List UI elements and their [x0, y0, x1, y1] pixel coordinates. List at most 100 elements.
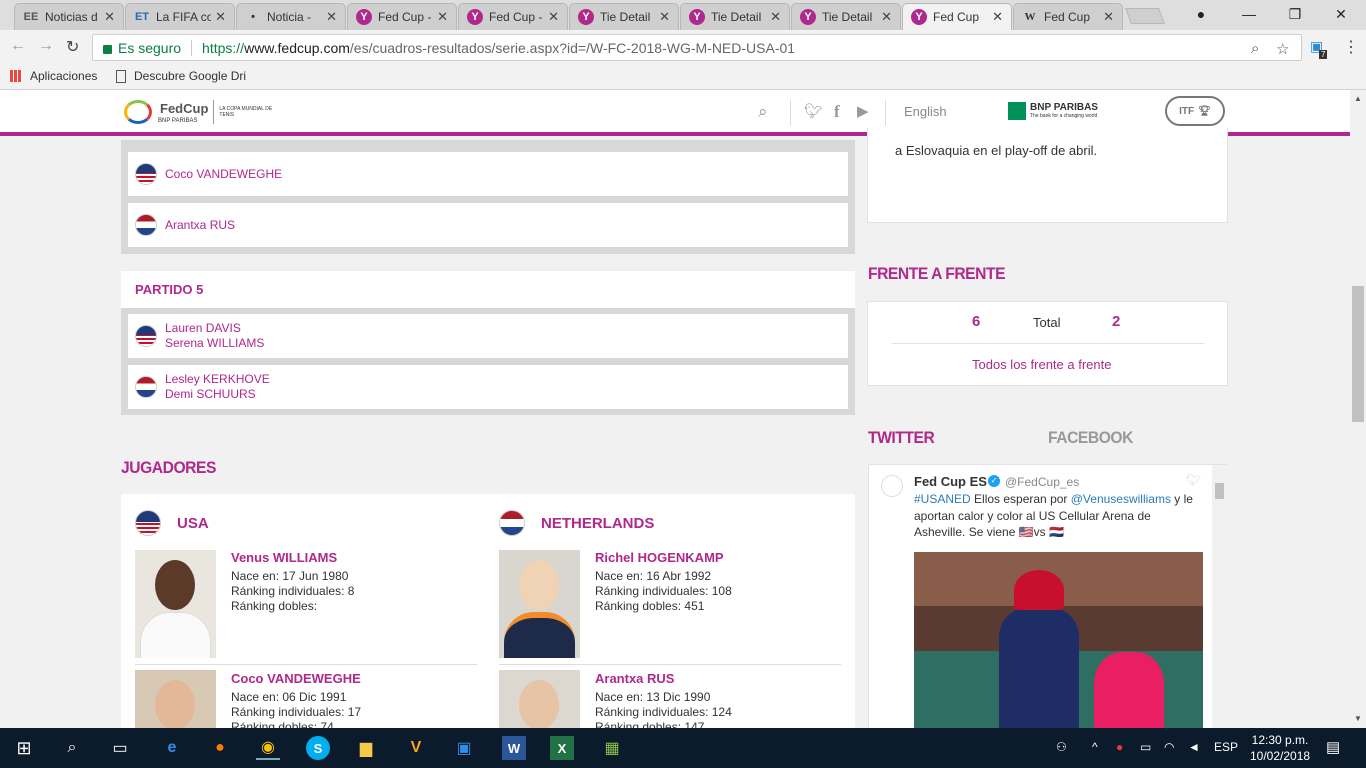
tweet-author-name[interactable]: Fed Cup ES: [914, 474, 987, 489]
page-scrollbar[interactable]: ▲ ▼: [1350, 90, 1366, 728]
tab-facebook[interactable]: FACEBOOK: [1048, 428, 1133, 448]
player-photo[interactable]: [499, 550, 580, 658]
player-photo[interactable]: [135, 670, 216, 728]
battery-icon[interactable]: ▭: [1140, 740, 1151, 754]
browser-tab-6[interactable]: Y Tie Detail ✕: [569, 3, 679, 30]
player-name-link[interactable]: Arantxa RUS: [595, 671, 732, 686]
browser-tab-1[interactable]: EE Noticias d ✕: [14, 3, 124, 30]
browser-tab-7[interactable]: Y Tie Detail ✕: [680, 3, 790, 30]
profile-icon[interactable]: ●: [1178, 0, 1224, 28]
bookmark-google-drive[interactable]: Descubre Google Dri: [116, 69, 246, 83]
browser-tab-10[interactable]: W Fed Cup ✕: [1013, 3, 1123, 30]
browser-tab-2[interactable]: ET La FIFA co ✕: [125, 3, 235, 30]
player-link[interactable]: Arantxa RUS: [165, 218, 235, 233]
back-icon[interactable]: ←: [10, 37, 26, 55]
restore-icon[interactable]: ❐: [1272, 0, 1318, 28]
edge-icon[interactable]: e: [160, 736, 184, 760]
tweet-photo[interactable]: [914, 552, 1203, 728]
tab-close-icon[interactable]: ✕: [992, 9, 1003, 25]
browser-tab-4[interactable]: Y Fed Cup - ✕: [347, 3, 457, 30]
minimize-icon[interactable]: —: [1226, 0, 1272, 28]
tab-close-icon[interactable]: ✕: [437, 9, 448, 25]
player-link[interactable]: Demi SCHUURS: [165, 387, 270, 402]
player-name-link[interactable]: Coco VANDEWEGHE: [231, 671, 361, 686]
search-icon[interactable]: ⌕: [60, 736, 84, 760]
search-icon[interactable]: ⌕: [758, 102, 768, 122]
twitter-icon[interactable]: 🐦︎: [804, 102, 823, 120]
tweet-mention[interactable]: @Venuseswilliams: [1071, 492, 1171, 506]
language-switch[interactable]: English: [904, 104, 947, 119]
player-link[interactable]: Serena WILLIAMS: [165, 336, 264, 351]
bookmark-star-icon[interactable]: ☆: [1276, 40, 1289, 58]
system-clock[interactable]: 12:30 p.m. 10/02/2018: [1250, 732, 1310, 764]
tab-close-icon[interactable]: ✕: [215, 9, 226, 25]
browser-tab-3[interactable]: • Noticia - ✕: [236, 3, 346, 30]
h2h-all-link[interactable]: Todos los frente a frente: [972, 357, 1111, 372]
tray-expand-icon[interactable]: ^: [1092, 740, 1098, 754]
app-v-icon[interactable]: V: [404, 736, 428, 760]
player-link[interactable]: Coco VANDEWEGHE: [165, 167, 282, 182]
browser-tab-5[interactable]: Y Fed Cup - ✕: [458, 3, 568, 30]
player-name-link[interactable]: Venus WILLIAMS: [231, 550, 354, 565]
scrollbar-thumb[interactable]: [1352, 286, 1364, 422]
address-bar[interactable]: Es seguro https://www.fedcup.com/es/cuad…: [92, 34, 1302, 61]
fedcup-logo[interactable]: FedCup BNP PARIBAS LA COPA MUNDIAL DE TE…: [122, 96, 274, 128]
notifications-icon[interactable]: ▤: [1326, 738, 1340, 756]
chrome-icon[interactable]: ◉: [256, 736, 280, 760]
file-explorer-icon[interactable]: ▆: [354, 736, 378, 760]
twitter-bird-icon[interactable]: 🐦︎: [1186, 473, 1201, 487]
task-view-icon[interactable]: ▭: [108, 736, 132, 760]
input-language[interactable]: ESP: [1214, 740, 1238, 754]
player-name-link[interactable]: Richel HOGENKAMP: [595, 550, 732, 565]
fedcup-avatar[interactable]: [881, 475, 903, 497]
timeline-scrollbar[interactable]: [1212, 465, 1227, 728]
reload-icon[interactable]: ↻: [66, 37, 79, 57]
youtube-icon[interactable]: ▶: [857, 102, 869, 120]
media-app-icon[interactable]: ▦: [600, 736, 624, 760]
antivirus-icon[interactable]: ●: [1116, 740, 1123, 754]
player-photo[interactable]: [499, 670, 580, 728]
match-player-row[interactable]: Coco VANDEWEGHE: [128, 152, 848, 196]
secure-indicator[interactable]: Es seguro: [103, 40, 181, 56]
player-divider: [135, 664, 477, 665]
tab-close-icon[interactable]: ✕: [770, 9, 781, 25]
firefox-icon[interactable]: ●: [208, 736, 232, 760]
skype-icon[interactable]: S: [306, 736, 330, 760]
match-player-row[interactable]: Arantxa RUS: [128, 203, 848, 247]
browser-tab-8[interactable]: Y Tie Detail ✕: [791, 3, 901, 30]
tab-close-icon[interactable]: ✕: [1103, 9, 1114, 25]
browser-tab-9-active[interactable]: Y Fed Cup ✕: [902, 3, 1012, 30]
tab-close-icon[interactable]: ✕: [881, 9, 892, 25]
url-text[interactable]: https://www.fedcup.com/es/cuadros-result…: [202, 40, 795, 56]
forward-icon[interactable]: →: [38, 37, 54, 55]
tab-close-icon[interactable]: ✕: [548, 9, 559, 25]
tab-close-icon[interactable]: ✕: [659, 9, 670, 25]
match-player-row[interactable]: Lesley KERKHOVE Demi SCHUURS: [128, 365, 848, 409]
people-icon[interactable]: ⚇: [1056, 740, 1067, 754]
tab-close-icon[interactable]: ✕: [104, 9, 115, 25]
excel-icon[interactable]: X: [550, 736, 574, 760]
match-player-row[interactable]: Lauren DAVIS Serena WILLIAMS: [128, 314, 848, 358]
volume-icon[interactable]: ◄: [1188, 740, 1200, 754]
player-link[interactable]: Lauren DAVIS: [165, 321, 264, 336]
tweet-hashtag[interactable]: #USANED: [914, 492, 971, 506]
facebook-icon[interactable]: f: [834, 102, 840, 122]
itf-logo[interactable]: ITF 🏆︎: [1165, 96, 1225, 126]
scroll-down-icon[interactable]: ▼: [1354, 714, 1362, 723]
bookmark-apps[interactable]: Aplicaciones: [10, 69, 97, 83]
bnp-paribas-logo[interactable]: BNP PARIBAS The bank for a changing worl…: [1008, 102, 1098, 120]
close-window-icon[interactable]: ✕: [1318, 0, 1364, 28]
search-icon[interactable]: ⌕: [1251, 40, 1259, 57]
windows-start-icon[interactable]: ⊞: [12, 736, 36, 760]
menu-icon[interactable]: ⋮: [1343, 37, 1359, 57]
word-icon[interactable]: W: [502, 736, 526, 760]
tab-twitter[interactable]: TWITTER: [868, 428, 935, 448]
scroll-up-icon[interactable]: ▲: [1354, 94, 1362, 103]
new-tab-button[interactable]: [1125, 8, 1165, 24]
wifi-icon[interactable]: ◠: [1164, 740, 1174, 754]
player-link[interactable]: Lesley KERKHOVE: [165, 372, 270, 387]
photos-icon[interactable]: ▣: [452, 736, 476, 760]
tweet-author-handle[interactable]: @FedCup_es: [1005, 475, 1079, 489]
tab-close-icon[interactable]: ✕: [326, 9, 337, 25]
player-photo[interactable]: [135, 550, 216, 658]
